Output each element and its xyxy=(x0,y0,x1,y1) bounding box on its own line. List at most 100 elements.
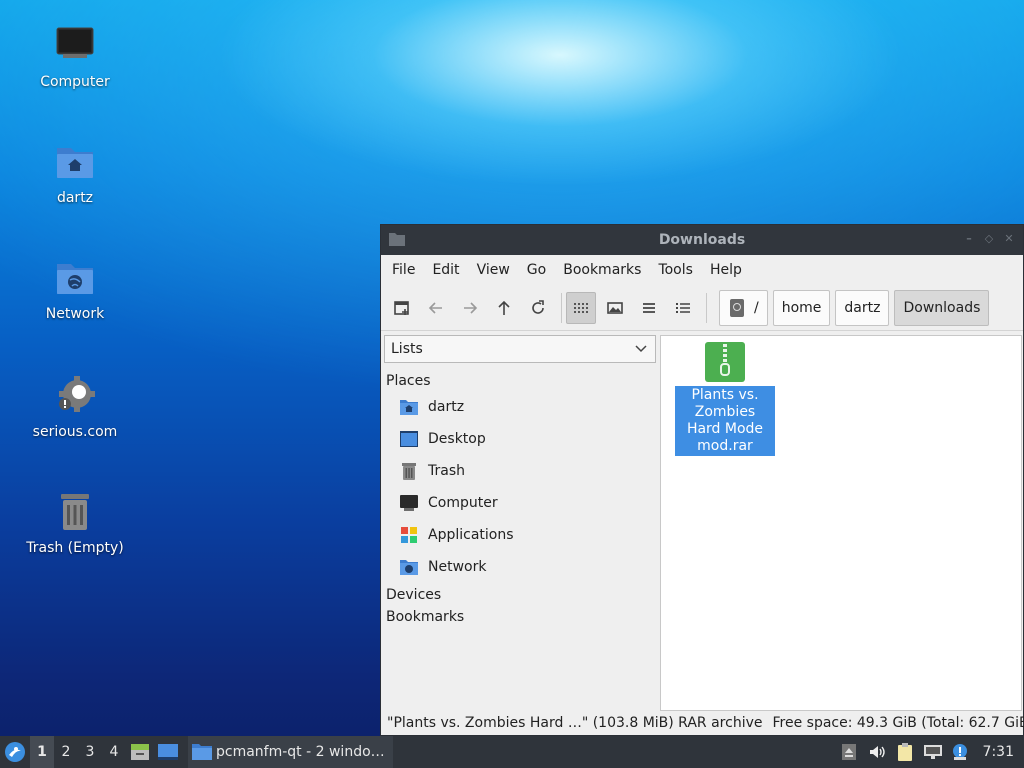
tray-updates[interactable] xyxy=(947,736,975,768)
tray-volume[interactable] xyxy=(863,736,891,768)
workspace-2[interactable]: 2 xyxy=(54,736,78,768)
menu-bookmarks[interactable]: Bookmarks xyxy=(556,262,648,278)
reload-button[interactable] xyxy=(523,292,553,324)
menu-help[interactable]: Help xyxy=(703,262,749,278)
show-desktop-icon xyxy=(158,744,178,760)
home-folder-icon xyxy=(57,148,93,178)
desktop-icon-trash[interactable]: Trash (Empty) xyxy=(20,488,130,556)
monitor-icon xyxy=(56,27,94,58)
place-item-dartz[interactable]: dartz xyxy=(383,391,657,423)
task-pcmanfm[interactable]: pcmanfm-qt - 2 windo… xyxy=(188,736,393,768)
place-item-computer[interactable]: Computer xyxy=(383,487,657,519)
compact-view-button[interactable] xyxy=(634,292,664,324)
quicklaunch-files[interactable] xyxy=(126,736,154,768)
info-notification-icon xyxy=(952,744,967,760)
window-titlebar[interactable]: Downloads – ◇ ✕ xyxy=(381,225,1023,255)
workspace-3[interactable]: 3 xyxy=(78,736,102,768)
monitor-icon xyxy=(400,495,418,511)
start-menu-button[interactable] xyxy=(0,736,30,768)
clock[interactable]: 7:31 xyxy=(975,744,1024,760)
volume-icon xyxy=(869,746,885,758)
close-button[interactable]: ✕ xyxy=(1003,233,1015,245)
status-bar: "Plants vs. Zombies Hard …" (103.8 MiB) … xyxy=(381,711,1024,735)
new-tab-button[interactable] xyxy=(387,292,417,324)
place-item-trash[interactable]: Trash xyxy=(383,455,657,487)
bookmarks-header[interactable]: Bookmarks xyxy=(383,603,657,625)
forward-arrow-icon xyxy=(464,301,478,314)
desktop-icon-label: Computer xyxy=(40,74,110,90)
thumbnail-view-icon xyxy=(607,301,623,314)
trash-icon xyxy=(61,494,89,530)
network-wired-icon xyxy=(923,745,942,759)
place-label: Applications xyxy=(428,527,514,543)
chevron-down-icon xyxy=(635,345,647,353)
folder-icon xyxy=(192,744,212,760)
desktop-icon-label: dartz xyxy=(56,190,94,206)
tray-clipboard[interactable] xyxy=(891,736,919,768)
place-item-desktop[interactable]: Desktop xyxy=(383,423,657,455)
folder-icon xyxy=(389,233,405,246)
applications-icon xyxy=(401,527,417,543)
file-view[interactable]: Plants vs. Zombies Hard Mode mod.rar xyxy=(660,335,1022,711)
status-selection: "Plants vs. Zombies Hard …" (103.8 MiB) … xyxy=(387,715,763,731)
home-folder-icon xyxy=(400,400,418,415)
file-name: Plants vs. Zombies Hard Mode mod.rar xyxy=(675,386,775,456)
maximize-button[interactable]: ◇ xyxy=(983,233,995,245)
path-segment-downloads[interactable]: Downloads xyxy=(894,289,990,326)
thumbnail-view-button[interactable] xyxy=(600,292,630,324)
place-item-applications[interactable]: Applications xyxy=(383,519,657,551)
side-pane-mode-select[interactable]: Lists xyxy=(384,335,656,363)
place-label: dartz xyxy=(428,399,465,415)
detailed-list-button[interactable] xyxy=(668,292,698,324)
system-tray: 7:31 xyxy=(835,736,1024,768)
file-manager-window: Downloads – ◇ ✕ File Edit View Go Bookma… xyxy=(380,224,1024,736)
menu-tools[interactable]: Tools xyxy=(651,262,700,278)
desktop-icon-label: serious.com xyxy=(32,424,118,440)
toolbar-separator xyxy=(561,292,562,323)
menubar: File Edit View Go Bookmarks Tools Help xyxy=(381,255,1023,285)
desktop-icon-network[interactable]: Network xyxy=(20,254,130,322)
desktop-icon-computer[interactable]: Computer xyxy=(20,22,130,90)
back-button[interactable] xyxy=(421,292,451,324)
menu-view[interactable]: View xyxy=(470,262,517,278)
desktop-icon-serious-com[interactable]: serious.com xyxy=(20,372,130,440)
tray-network[interactable] xyxy=(919,736,947,768)
desktop-icon-dartz[interactable]: dartz xyxy=(20,138,130,206)
desktop-icon-label: Network xyxy=(45,306,105,322)
side-pane: Lists Places dartz Desktop Trash Compute… xyxy=(383,333,657,715)
desktop-icon-label: Trash (Empty) xyxy=(26,540,124,556)
workspace-4[interactable]: 4 xyxy=(102,736,126,768)
drive-icon xyxy=(730,298,744,317)
toolbar: / home dartz Downloads xyxy=(381,285,1023,331)
place-label: Trash xyxy=(428,463,465,479)
path-root-label: / xyxy=(754,299,759,316)
workspace-1[interactable]: 1 xyxy=(30,736,54,768)
network-folder-icon xyxy=(400,560,418,575)
menu-file[interactable]: File xyxy=(385,262,422,278)
file-item[interactable]: Plants vs. Zombies Hard Mode mod.rar xyxy=(674,342,776,456)
tray-eject[interactable] xyxy=(835,736,863,768)
places-header[interactable]: Places xyxy=(383,363,657,389)
window-title: Downloads xyxy=(658,232,746,248)
archive-icon xyxy=(705,342,745,382)
minimize-button[interactable]: – xyxy=(963,233,975,245)
toolbar-separator xyxy=(706,292,707,323)
menu-edit[interactable]: Edit xyxy=(425,262,466,278)
trash-icon xyxy=(402,463,416,480)
path-segment-home[interactable]: home xyxy=(772,289,831,326)
up-arrow-icon xyxy=(498,300,510,315)
place-item-network[interactable]: Network xyxy=(383,551,657,583)
new-tab-icon xyxy=(394,300,409,315)
quicklaunch-desktop[interactable] xyxy=(154,736,182,768)
menu-go[interactable]: Go xyxy=(520,262,553,278)
path-segment-dartz[interactable]: dartz xyxy=(835,289,890,326)
place-label: Computer xyxy=(428,495,498,511)
icon-view-button[interactable] xyxy=(566,291,596,324)
status-free-space: Free space: 49.3 GiB (Total: 62.7 GiB) xyxy=(772,715,1024,731)
clipboard-icon xyxy=(897,743,912,761)
up-button[interactable] xyxy=(489,292,519,324)
path-root-button[interactable]: / xyxy=(719,289,768,326)
desktop-icon xyxy=(400,431,418,447)
forward-button[interactable] xyxy=(455,292,485,324)
devices-header[interactable]: Devices xyxy=(383,583,657,603)
